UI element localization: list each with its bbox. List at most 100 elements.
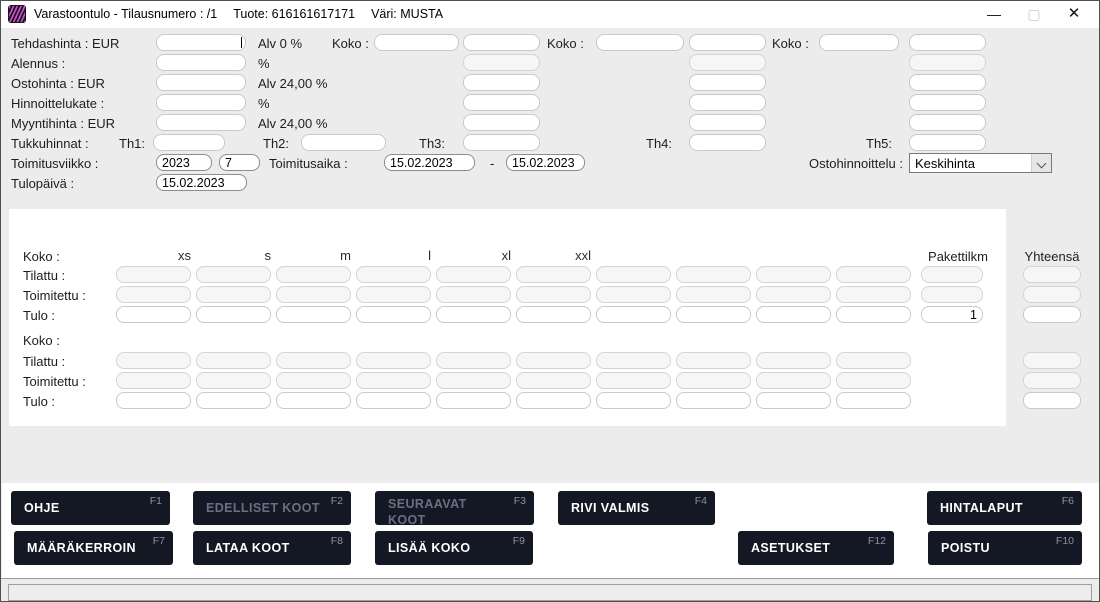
koko-group-1-value-input-4[interactable] (463, 94, 540, 111)
grid-g1-tulo-cell-6[interactable] (516, 306, 591, 323)
th4-input[interactable] (689, 134, 766, 151)
grid-g2-tulo-cell-7[interactable] (596, 392, 671, 409)
th1-input[interactable] (153, 134, 225, 151)
grid-g2-tulo-cell-2[interactable] (196, 392, 271, 409)
grid-g2-tulo-cell-4[interactable] (356, 392, 431, 409)
grid-group-2-koko-label: Koko : (23, 332, 60, 349)
titlebar: Varastoontulo - Tilausnumero : /1Tuote: … (1, 1, 1099, 28)
koko-group-2-value-input-5[interactable] (689, 114, 766, 131)
grid-g2-tulo-cell-6[interactable] (516, 392, 591, 409)
grid-g1-toimitettu-cell-6 (516, 286, 591, 303)
grid-g2-tulo-cell-9[interactable] (756, 392, 831, 409)
text-caret (241, 37, 242, 48)
koko-group-3-size-input[interactable] (819, 34, 899, 51)
grid-g1-tulo-cell-2[interactable] (196, 306, 271, 323)
function-button-label: LISÄÄ KOKO (388, 541, 470, 555)
koko-group-1-value-input-5[interactable] (463, 114, 540, 131)
grid-group-1-toimitettu-label: Toimitettu : (23, 287, 86, 304)
toimitusviikko-week-input[interactable] (219, 154, 260, 171)
function-button-ohje[interactable]: OHJEF1 (11, 491, 170, 525)
grid-g2-tulo-cell-8[interactable] (676, 392, 751, 409)
koko-group-3-value-input-1[interactable] (909, 34, 986, 51)
th2-input[interactable] (301, 134, 386, 151)
toimitusviikko-year-input[interactable] (156, 154, 212, 171)
toimitusaika-from-input[interactable] (384, 154, 475, 171)
function-button-label: HINTALAPUT (940, 501, 1023, 515)
status-message-well (8, 584, 1092, 601)
function-key-badge: F7 (153, 535, 165, 547)
th3-input[interactable] (463, 134, 540, 151)
grid-g2-toimitettu-cell-2 (196, 372, 271, 389)
grid-g2-toimitettu-cell-3 (276, 372, 351, 389)
function-button-label: RIVI VALMIS (571, 501, 649, 515)
koko-group-2-label: Koko : (547, 35, 584, 52)
function-key-badge: F1 (150, 495, 162, 507)
grid-g1-tulo-cell-3[interactable] (276, 306, 351, 323)
koko-group-3-value-input-3[interactable] (909, 74, 986, 91)
function-key-badge: F3 (514, 495, 526, 507)
minimize-button[interactable]: — (977, 1, 1011, 27)
grid-g2-tulo-cell-3[interactable] (276, 392, 351, 409)
grid-g1-tilattu-cell-8 (676, 266, 751, 283)
koko-group-1-size-input[interactable] (374, 34, 459, 51)
function-button-maarakerroin[interactable]: MÄÄRÄKERROINF7 (14, 531, 173, 565)
grid-g2-toimitettu-cell-5 (436, 372, 511, 389)
function-key-badge: F9 (513, 535, 525, 547)
grid-g2-tulo-cell-10[interactable] (836, 392, 911, 409)
tukkuhinnat-label: Tukkuhinnat : (11, 135, 89, 152)
grid-g1-tulo-cell-9[interactable] (756, 306, 831, 323)
function-button-edelliset-koot: EDELLISET KOOTF2 (193, 491, 351, 525)
function-button-poistu[interactable]: POISTUF10 (928, 531, 1082, 565)
grid-g2-tulo-cell-1[interactable] (116, 392, 191, 409)
title-part-order: Varastoontulo - Tilausnumero : /1 (34, 7, 217, 21)
koko-group-3-value-input-5[interactable] (909, 114, 986, 131)
grid-g2-tulo-cell-5[interactable] (436, 392, 511, 409)
koko-group-2-value-input-1[interactable] (689, 34, 766, 51)
function-button-lataa-koot[interactable]: LATAA KOOTF8 (193, 531, 351, 565)
ostohinta-label: Ostohinta : EUR (11, 75, 105, 92)
grid-g1-tulo-yhteensa-input[interactable] (1023, 306, 1081, 323)
alennus-input[interactable] (156, 54, 246, 71)
grid-group-1-koko-label: Koko : (23, 248, 60, 265)
ostohinta-input[interactable] (156, 74, 246, 91)
toimitusaika-to-input[interactable] (506, 154, 585, 171)
koko-group-1-value-input-1[interactable] (463, 34, 540, 51)
ostohinnoittelu-dropdown-button[interactable] (1031, 154, 1051, 172)
grid-g1-tulo-cell-5[interactable] (436, 306, 511, 323)
koko-group-2-size-input[interactable] (596, 34, 684, 51)
ostohinnoittelu-value: Keskihinta (915, 156, 975, 171)
koko-group-2-value-input-4[interactable] (689, 94, 766, 111)
grid-g1-tulo-pakettilkm-input[interactable] (921, 306, 983, 323)
grid-g2-tulo-yhteensa-input[interactable] (1023, 392, 1081, 409)
ostohinta-alv-label: Alv 24,00 % (258, 75, 327, 92)
myyntihinta-input[interactable] (156, 114, 246, 131)
ostohinnoittelu-select[interactable]: Keskihinta (909, 153, 1052, 173)
grid-g1-tulo-cell-8[interactable] (676, 306, 751, 323)
function-key-badge: F10 (1056, 535, 1074, 547)
function-button-lisaa-koko[interactable]: LISÄÄ KOKO F9 (375, 531, 533, 565)
function-button-hintalaput[interactable]: HINTALAPUTF6 (927, 491, 1082, 525)
koko-group-2-value-input-3[interactable] (689, 74, 766, 91)
tulopaiva-input[interactable] (156, 174, 247, 191)
grid-g1-tulo-cell-4[interactable] (356, 306, 431, 323)
grid-g2-toimitettu-cell-1 (116, 372, 191, 389)
grid-g1-toimitettu-cell-4 (356, 286, 431, 303)
grid-g1-tulo-cell-10[interactable] (836, 306, 911, 323)
title-part-color: Väri: MUSTA (371, 7, 443, 21)
grid-g1-toimitettu-cell-7 (596, 286, 671, 303)
tehdashinta-input[interactable] (156, 34, 246, 51)
grid-g1-toimitettu-cell-3 (276, 286, 351, 303)
chevron-down-icon (1037, 159, 1047, 169)
grid-g1-tulo-cell-1[interactable] (116, 306, 191, 323)
th5-label: Th5: (866, 135, 892, 152)
grid-g1-tulo-cell-7[interactable] (596, 306, 671, 323)
close-button[interactable]: ✕ (1057, 1, 1091, 27)
th5-input[interactable] (909, 134, 986, 151)
alennus-percent-label: % (258, 55, 270, 72)
function-button-rivi-valmis[interactable]: RIVI VALMISF4 (558, 491, 715, 525)
function-button-asetukset[interactable]: ASETUKSETF12 (738, 531, 894, 565)
koko-group-3-value-input-4[interactable] (909, 94, 986, 111)
grid-g1-tilattu-cell-1 (116, 266, 191, 283)
koko-group-1-value-input-3[interactable] (463, 74, 540, 91)
hinnoittelukate-input[interactable] (156, 94, 246, 111)
